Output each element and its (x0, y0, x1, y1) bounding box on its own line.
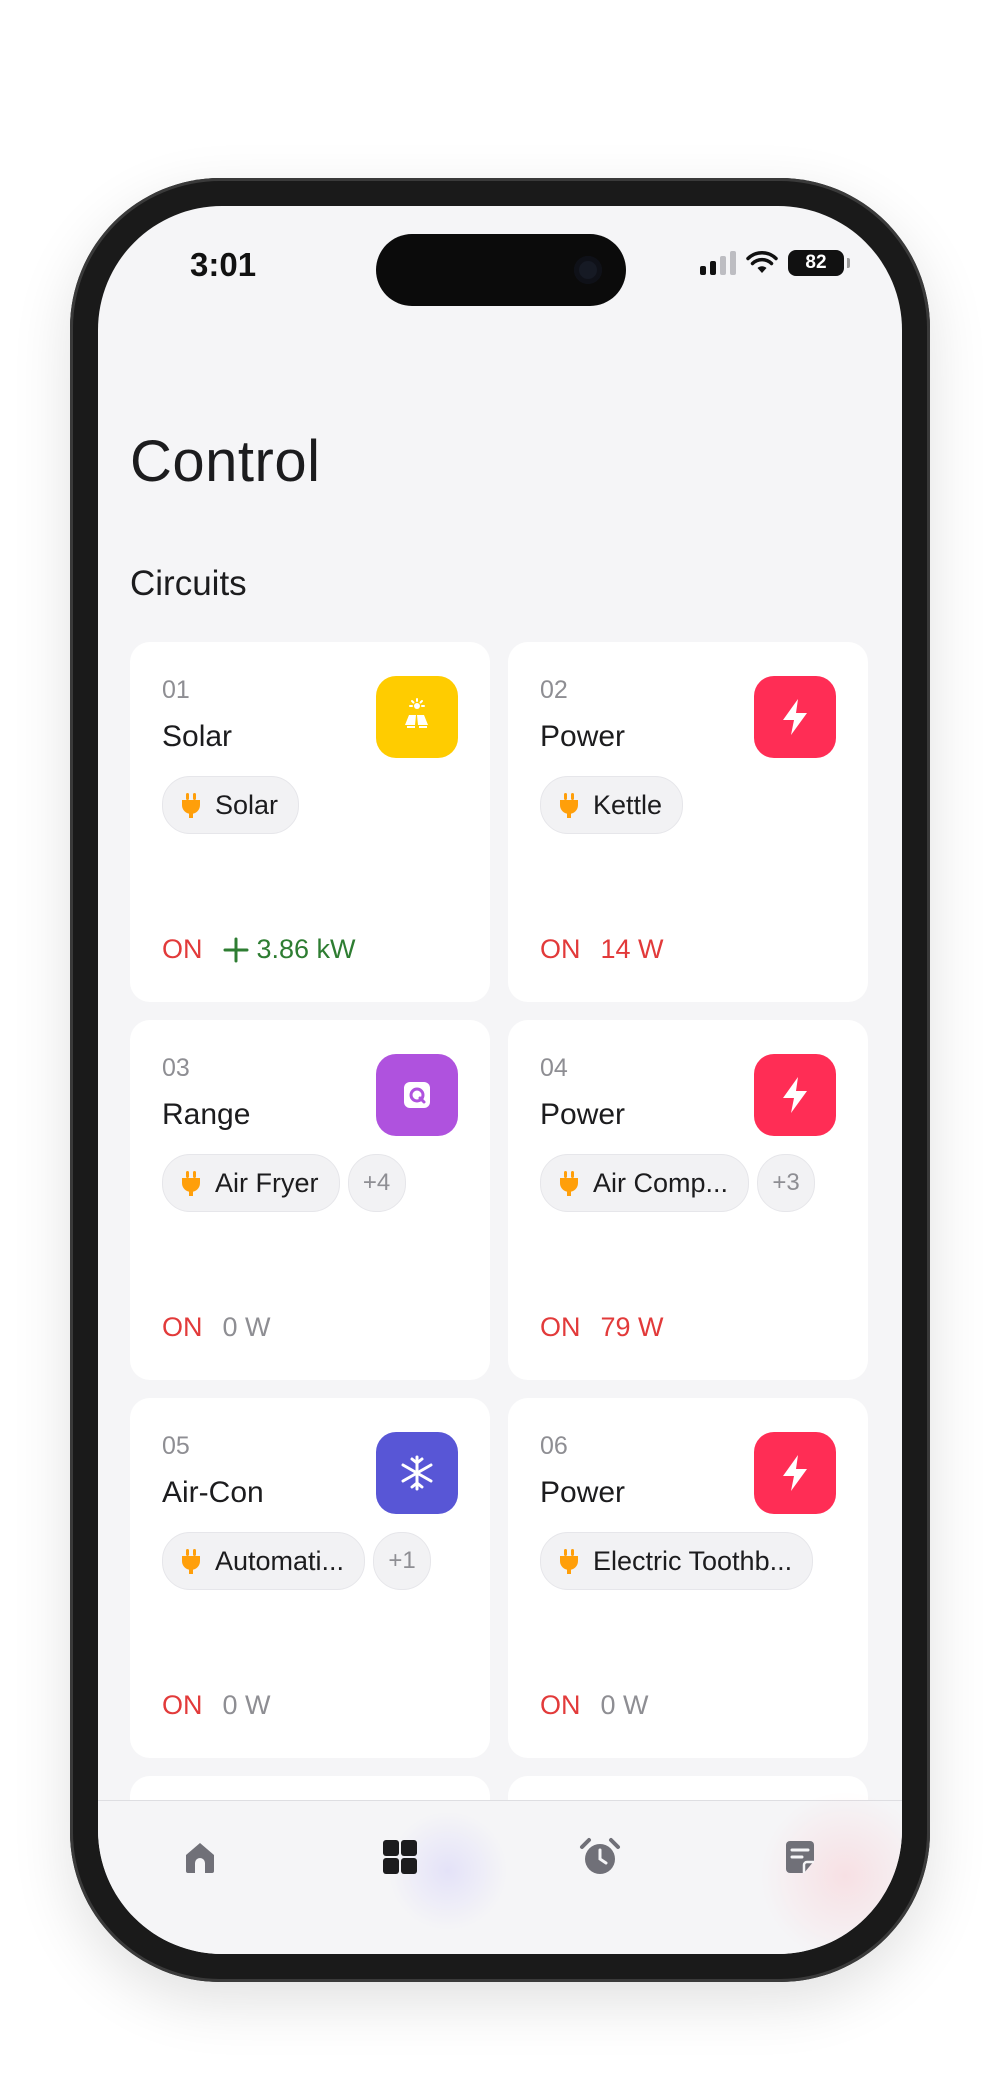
state-label: ON (540, 1690, 581, 1720)
circuit-name: Power (540, 1476, 626, 1509)
solar-panel-icon (376, 676, 458, 758)
dynamic-island (376, 234, 626, 306)
page-title: Control (130, 429, 321, 494)
circuit-status: ON 0 W (540, 1690, 649, 1721)
device-chip[interactable]: Electric Toothb... (540, 1532, 814, 1590)
more-devices-badge[interactable]: +1 (373, 1532, 432, 1590)
device-chips: Electric Toothb... (540, 1532, 814, 1590)
device-chips: Solar (162, 776, 300, 834)
circuit-number: 04 (540, 1054, 568, 1082)
circuit-card[interactable]: 05 Air-Con Automati... +1 ON 0 W (130, 1398, 490, 1758)
device-chip-label: Air Comp... (593, 1167, 729, 1198)
power-value: 0 W (222, 1312, 271, 1342)
circuit-name: Power (540, 720, 626, 753)
circuit-number: 06 (540, 1432, 568, 1460)
state-label: ON (540, 1312, 581, 1342)
circuit-name: Air-Con (162, 1476, 264, 1509)
alarm-clock-icon (580, 1838, 620, 1874)
plug-icon (182, 1171, 200, 1196)
tab-home[interactable] (168, 1825, 232, 1889)
lightning-bolt-icon (754, 1054, 836, 1136)
plug-icon (182, 793, 200, 818)
circuit-status: ON 79 W (540, 1312, 664, 1343)
device-chip-label: Kettle (593, 789, 663, 820)
tab-notes[interactable] (768, 1825, 832, 1889)
more-devices-badge[interactable]: +3 (757, 1154, 816, 1212)
circuit-card[interactable]: 02 Power Kettle ON 14 W (508, 642, 868, 1002)
plug-icon (560, 793, 578, 818)
plug-icon (182, 1549, 200, 1574)
state-label: ON (162, 1690, 203, 1720)
device-chips: Air Comp... +3 (540, 1154, 816, 1212)
device-chips: Automati... +1 (162, 1532, 432, 1590)
battery-indicator: 82 (788, 250, 850, 276)
circuit-status: ON 14 W (540, 934, 664, 965)
power-reading: 3.86 kW (223, 934, 356, 965)
tab-bar (98, 1791, 902, 1954)
device-chip[interactable]: Air Comp... (540, 1154, 750, 1212)
snowflake-icon (376, 1432, 458, 1514)
circuit-card[interactable]: 01 Solar Solar ON 3.86 kW (130, 642, 490, 1002)
device-chip-label: Electric Toothb... (593, 1545, 793, 1576)
circuit-name: Range (162, 1098, 251, 1131)
section-title: Circuits (130, 564, 247, 603)
circuit-name: Solar (162, 720, 233, 753)
state-label: ON (162, 934, 203, 964)
lightning-bolt-icon (754, 676, 836, 758)
device-chip[interactable]: Kettle (540, 776, 684, 834)
circuit-number: 05 (162, 1432, 190, 1460)
device-chip[interactable]: Solar (162, 776, 300, 834)
circuit-number: 03 (162, 1054, 190, 1082)
camera-icon (574, 256, 602, 284)
power-value: 0 W (222, 1690, 271, 1720)
status-icons: 82 (700, 250, 850, 276)
circuit-card[interactable]: 03 Range Air Fryer +4 ON 0 W (130, 1020, 490, 1380)
circuit-status: ON 0 W (162, 1312, 271, 1343)
device-chip-label: Air Fryer (215, 1167, 319, 1198)
circuit-name: Power (540, 1098, 626, 1131)
power-value: 79 W (600, 1312, 664, 1342)
grid-icon (383, 1840, 417, 1874)
device-chips: Air Fryer +4 (162, 1154, 406, 1212)
circuit-number: 01 (162, 676, 190, 704)
circuit-card[interactable]: 06 Power Electric Toothb... ON 0 W (508, 1398, 868, 1758)
cellular-signal-icon (700, 251, 736, 275)
state-label: ON (540, 934, 581, 964)
oven-icon (376, 1054, 458, 1136)
notes-icon (786, 1841, 814, 1873)
wifi-icon (746, 251, 778, 273)
circuit-card[interactable]: 04 Power Air Comp... +3 ON 79 W (508, 1020, 868, 1380)
tab-circuits[interactable] (368, 1825, 432, 1889)
plus-icon (223, 937, 248, 962)
status-time: 3:01 (190, 246, 257, 283)
more-devices-badge[interactable]: +4 (347, 1154, 406, 1212)
screen: 3:01 82 Control Circuits 01 Solar Solar … (98, 206, 902, 1954)
plug-icon (560, 1549, 578, 1574)
tab-schedules[interactable] (568, 1825, 632, 1889)
plug-icon (560, 1171, 578, 1196)
device-chip-label: Automati... (215, 1545, 345, 1576)
device-chip[interactable]: Automati... (162, 1532, 366, 1590)
state-label: ON (162, 1312, 203, 1342)
home-icon (186, 1843, 214, 1873)
circuit-status: ON 3.86 kW (162, 934, 356, 965)
power-value: 14 W (600, 934, 664, 964)
power-value: 0 W (600, 1690, 649, 1720)
device-chips: Kettle (540, 776, 684, 834)
circuit-status: ON 0 W (162, 1690, 271, 1721)
lightning-bolt-icon (754, 1432, 836, 1514)
device-chip[interactable]: Air Fryer (162, 1154, 340, 1212)
circuit-number: 02 (540, 676, 568, 704)
device-chip-label: Solar (215, 789, 279, 820)
power-value: 3.86 kW (256, 934, 356, 964)
phone-frame: 3:01 82 Control Circuits 01 Solar Solar … (70, 178, 930, 1982)
